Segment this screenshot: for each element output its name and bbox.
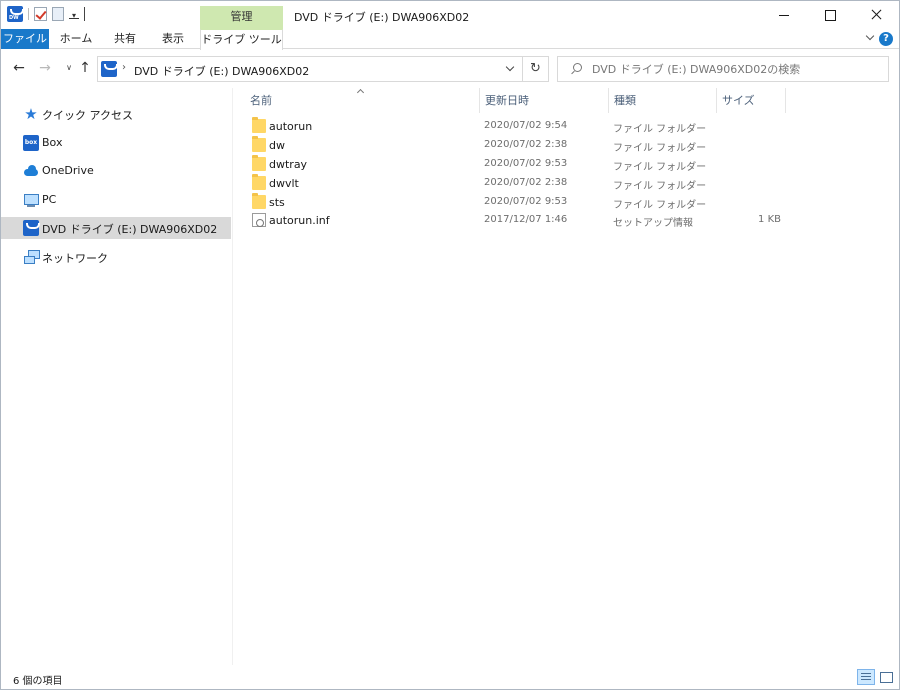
context-tab-header: 管理 (200, 6, 283, 29)
box-icon: box (23, 135, 39, 151)
setup-info-icon (252, 213, 266, 227)
qat-end-separator (84, 7, 85, 21)
folder-icon (252, 155, 266, 171)
file-list: 名前 更新日時 種類 サイズ autorun 2020/07/02 9:54 フ… (234, 88, 899, 665)
nav-item-dvd-drive[interactable]: DVD ドライブ (E:) DWA906XD02 (1, 217, 231, 239)
tab-view[interactable]: 表示 (153, 29, 193, 49)
file-date: 2020/07/02 9:53 (484, 196, 568, 207)
sort-ascending-icon (357, 86, 365, 94)
search-input[interactable] (592, 61, 882, 77)
nav-item-label: PC (42, 193, 57, 206)
file-name: autorun.inf (269, 214, 330, 227)
column-header-size[interactable]: サイズ (716, 88, 786, 113)
cloud-icon (23, 163, 39, 179)
ribbon-tabs: ファイル ホーム 共有 表示 ドライブ ツール ? (1, 29, 899, 50)
qat-separator (28, 8, 29, 20)
nav-item-pc[interactable]: PC (1, 189, 231, 211)
nav-item-quick-access[interactable]: ★ クイック アクセス (1, 103, 231, 125)
file-name: dwtray (269, 158, 308, 171)
search-box[interactable] (557, 56, 889, 82)
file-size: 1 KB (758, 214, 781, 225)
star-icon: ★ (24, 105, 38, 123)
large-icons-view-icon[interactable] (877, 669, 895, 685)
new-folder-icon[interactable] (52, 7, 64, 21)
nav-item-label: DVD ドライブ (E:) DWA906XD02 (42, 223, 218, 236)
nav-item-label: ネットワーク (42, 252, 108, 265)
search-icon (570, 63, 582, 75)
file-row[interactable]: autorun 2020/07/02 9:54 ファイル フォルダー (248, 117, 808, 136)
column-header-date[interactable]: 更新日時 (479, 88, 608, 113)
file-row[interactable]: autorun.inf 2017/12/07 1:46 セットアップ情報 1 K… (248, 211, 808, 230)
window-controls (761, 1, 899, 29)
folder-icon (252, 174, 266, 190)
nav-item-label: クイック アクセス (42, 109, 133, 122)
navigation-pane: ★ クイック アクセス box Box OneDrive PC DVD ドライブ… (1, 88, 233, 665)
file-date: 2020/07/02 2:38 (484, 177, 568, 188)
file-type: ファイル フォルダー (613, 162, 707, 173)
breadcrumb-chevron-icon[interactable]: › (122, 62, 126, 73)
folder-icon (252, 136, 266, 152)
properties-icon[interactable] (34, 7, 47, 21)
folder-icon (252, 117, 266, 133)
nav-item-onedrive[interactable]: OneDrive (1, 160, 231, 182)
tab-drive-tools[interactable]: ドライブ ツール (200, 29, 283, 50)
file-date: 2020/07/02 2:38 (484, 139, 568, 150)
nav-item-box[interactable]: box Box (1, 132, 231, 154)
column-header-name[interactable]: 名前 (234, 88, 479, 113)
file-type: ファイル フォルダー (613, 124, 707, 135)
dvd-drive-icon (23, 220, 40, 236)
column-header-label: 名前 (250, 94, 272, 107)
file-row[interactable]: sts 2020/07/02 9:53 ファイル フォルダー (248, 193, 808, 212)
title-bar: DW ▾ 管理 DVD ドライブ (E:) DWA906XD02 (1, 1, 899, 29)
file-type: ファイル フォルダー (613, 181, 707, 192)
quick-access-toolbar: DW ▾ (7, 6, 85, 22)
folder-icon (252, 193, 266, 209)
file-date: 2017/12/07 1:46 (484, 214, 568, 225)
minimize-button[interactable] (761, 1, 807, 29)
address-row: ← → ∨ ↑ › DVD ドライブ (E:) DWA906XD02 ↻ (1, 50, 899, 88)
file-row[interactable]: dwvlt 2020/07/02 2:38 ファイル フォルダー (248, 174, 808, 193)
dvd-drive-icon (101, 61, 118, 77)
maximize-button[interactable] (807, 1, 853, 29)
file-name: autorun (269, 120, 313, 133)
explorer-window: DW ▾ 管理 DVD ドライブ (E:) DWA906XD02 ファイル ホー… (0, 0, 900, 690)
window-title: DVD ドライブ (E:) DWA906XD02 (294, 11, 470, 24)
tab-home[interactable]: ホーム (56, 29, 96, 49)
file-row[interactable]: dw 2020/07/02 2:38 ファイル フォルダー (248, 136, 808, 155)
column-header-type[interactable]: 種類 (608, 88, 716, 113)
up-button[interactable]: ↑ (77, 60, 93, 76)
recent-locations-chevron-icon[interactable]: ∨ (61, 60, 77, 76)
details-view-icon[interactable] (857, 669, 875, 685)
network-icon (23, 249, 40, 265)
file-type: ファイル フォルダー (613, 200, 707, 211)
customize-qat-icon[interactable]: ▾ (69, 9, 79, 20)
file-date: 2020/07/02 9:53 (484, 158, 568, 169)
file-name: dwvlt (269, 177, 299, 190)
nav-item-label: Box (42, 136, 63, 149)
close-button[interactable] (853, 1, 899, 29)
address-bar[interactable]: › DVD ドライブ (E:) DWA906XD02 (97, 56, 523, 82)
pc-icon (23, 192, 39, 208)
address-path[interactable]: DVD ドライブ (E:) DWA906XD02 (134, 63, 309, 79)
address-dropdown-icon[interactable] (500, 57, 522, 81)
tab-share[interactable]: 共有 (108, 29, 142, 49)
item-count: 6 個の項目 (13, 676, 63, 687)
nav-item-label: OneDrive (42, 164, 94, 177)
file-type: セットアップ情報 (613, 218, 693, 229)
tab-file[interactable]: ファイル (1, 29, 49, 49)
app-drive-icon[interactable]: DW (7, 6, 24, 22)
file-name: dw (269, 139, 285, 152)
help-icon[interactable]: ? (879, 32, 893, 46)
refresh-button[interactable]: ↻ (523, 56, 549, 82)
nav-item-network[interactable]: ネットワーク (1, 246, 231, 268)
file-name: sts (269, 196, 285, 209)
back-button[interactable]: ← (11, 60, 27, 76)
file-row[interactable]: dwtray 2020/07/02 9:53 ファイル フォルダー (248, 155, 808, 174)
forward-button[interactable]: → (37, 60, 53, 76)
expand-ribbon-chevron-icon[interactable] (865, 33, 875, 43)
file-type: ファイル フォルダー (613, 143, 707, 154)
status-bar: 6 個の項目 (1, 665, 899, 689)
file-date: 2020/07/02 9:54 (484, 120, 568, 131)
